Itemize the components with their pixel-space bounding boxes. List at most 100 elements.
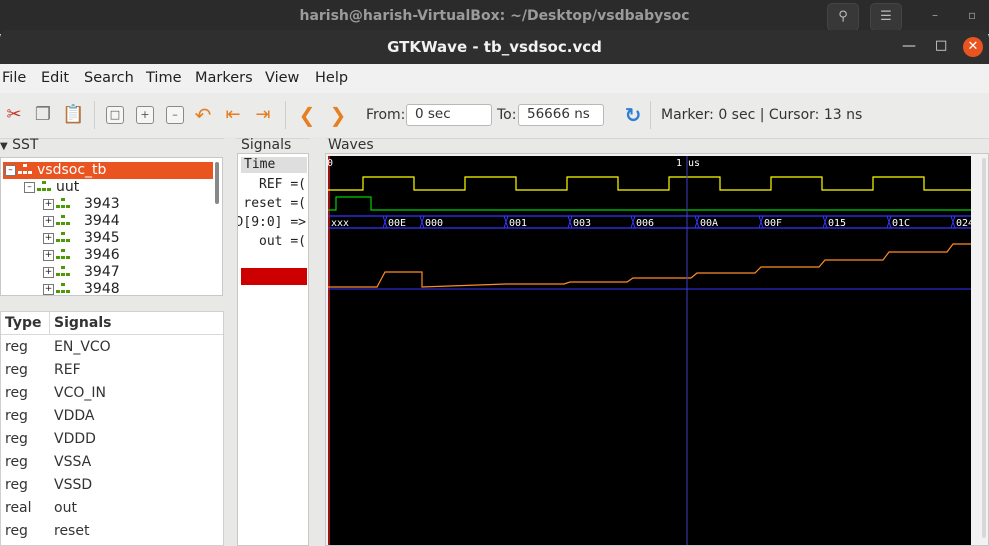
list-item[interactable]: reg EN_VCO [1,335,223,358]
expand-icon[interactable]: + [43,216,54,227]
sst-label: SST [12,137,39,153]
zoom-to-start-icon[interactable]: ⇤ [222,104,244,126]
signal-type: reg [5,431,28,447]
list-header: Type Signals [1,312,223,335]
sst-expander[interactable]: ▼ SST [0,137,38,153]
list-item[interactable]: reg VDDD [1,427,223,450]
signal-name: EN_VCO [54,339,111,355]
ruler-1us-label: 1 us [676,158,700,169]
bus-value-label: 024 [956,218,971,229]
menu-view[interactable]: View [265,70,299,86]
reload-icon[interactable]: ↻ [622,104,644,126]
tree-item-root[interactable]: – vsdsoc_tb [3,162,213,179]
signal-name: reset [54,523,90,539]
signals-pane: Time REF =( reset =( D[9:0] => out =( [237,153,309,546]
bus-value-label: 003 [573,218,591,229]
menu-edit[interactable]: Edit [41,70,69,86]
signal-type: reg [5,523,28,539]
signal-ref[interactable]: REF =( [259,177,306,192]
expand-icon[interactable]: + [43,250,54,261]
tree-root-label: vsdsoc_tb [37,162,107,178]
module-icon [18,164,32,176]
outer-window-titlebar: harish@harish-VirtualBox: ~/Desktop/vsdb… [0,0,989,34]
prev-edge-icon[interactable]: ❮ [296,104,318,126]
close-icon[interactable]: ✕ [963,37,983,57]
outer-minimize-icon[interactable]: – [932,8,938,22]
hamburger-menu-icon[interactable]: ☰ [870,3,902,31]
module-icon [37,181,51,193]
collapse-icon[interactable]: – [24,182,35,193]
bus-value-label: 00F [764,218,782,229]
menu-help[interactable]: Help [315,70,348,86]
type-column-header[interactable]: Type [5,315,42,331]
bus-value-label: 015 [828,218,846,229]
from-input[interactable]: 0 sec [406,104,492,126]
menu-markers[interactable]: Markers [195,70,253,86]
cut-icon[interactable]: ✂ [3,104,25,126]
signal-d-bus[interactable]: D[9:0] => [238,215,306,230]
list-item[interactable]: reg VDDA [1,404,223,427]
menu-time[interactable]: Time [146,70,182,86]
module-icon [56,266,70,278]
module-icon [56,198,70,210]
signal-name: VDDA [54,408,95,424]
signals-column-header[interactable]: Signals [54,315,111,331]
paste-icon[interactable]: 📋 [62,104,84,126]
pane-splitter[interactable] [224,137,236,546]
tree-item-label: 3946 [84,247,120,263]
minimize-icon[interactable]: — [902,38,916,54]
list-item[interactable]: reg REF [1,358,223,381]
bus-value-label: xxx [331,218,349,229]
zoom-out-icon[interactable]: – [166,106,184,124]
sst-tree: – vsdsoc_tb – uut + 3943 + 3944 + 3945 +… [0,157,223,296]
waves-pane-label: Waves [328,137,374,153]
maximize-icon[interactable]: □ [935,38,947,53]
signal-type: reg [5,362,28,378]
signal-out[interactable]: out =( [259,234,306,249]
expand-icon[interactable]: + [43,233,54,244]
next-edge-icon[interactable]: ❯ [327,104,349,126]
signal-scrollbar-thumb[interactable] [241,268,307,285]
waveform-canvas[interactable]: 0 1 us xxx 00E 000 001 003 006 00A 00F 015 01C 024 [328,156,971,545]
pane-splitter[interactable] [310,137,326,546]
search-icon[interactable]: ⚲ [827,3,859,31]
menu-file[interactable]: File [2,70,26,86]
bus-value-label: 01C [892,218,910,229]
undo-zoom-icon[interactable]: ↶ [192,104,214,126]
signal-name: REF [54,362,81,378]
zoom-fit-icon[interactable]: □ [106,106,124,124]
list-item[interactable]: reg VCO_IN [1,381,223,404]
bus-value-label: 006 [636,218,654,229]
signal-type-list: Type Signals reg EN_VCO reg REF reg VCO_IN … [0,311,224,546]
menu-search[interactable]: Search [84,70,134,86]
signal-name: VSSD [54,477,93,493]
zoom-to-end-icon[interactable]: ⇥ [252,104,274,126]
list-item[interactable]: reg VSSD [1,473,223,496]
toolbar: ✂ ❐ 📋 □ + – ↶ ⇤ ⇥ ❮ ❯ From: 0 sec To: 56… [0,93,989,139]
waves-scrollbar[interactable] [982,158,986,538]
signal-reset[interactable]: reset =( [243,196,306,211]
list-item[interactable]: reg reset [1,519,223,542]
to-input[interactable]: 56666 ns [518,104,604,126]
collapse-icon[interactable]: – [5,165,16,176]
expand-icon[interactable]: + [43,267,54,278]
signal-name: out [54,500,77,516]
zoom-in-icon[interactable]: + [136,106,154,124]
signal-type: reg [5,385,28,401]
signal-type: reg [5,477,28,493]
sst-scrollbar[interactable] [215,162,219,204]
list-item[interactable]: reg VSSA [1,450,223,473]
app-titlebar: GTKWave - tb_vsdsoc.vcd — □ [0,30,989,64]
tree-uut-label: uut [56,179,80,195]
expand-icon[interactable]: + [43,199,54,210]
list-item[interactable]: real out [1,496,223,519]
signal-type: reg [5,339,28,355]
waves-pane[interactable]: 0 1 us xxx 00E 000 001 003 006 00A 00F 015 01C 024 [325,153,989,546]
outer-maximize-icon[interactable]: ▫ [968,8,976,22]
expand-icon[interactable]: + [43,284,54,295]
module-icon [56,283,70,295]
signal-type: real [5,500,32,516]
copy-icon[interactable]: ❐ [32,104,54,126]
toolbar-separator [650,101,651,129]
bus-value-label: 000 [425,218,443,229]
